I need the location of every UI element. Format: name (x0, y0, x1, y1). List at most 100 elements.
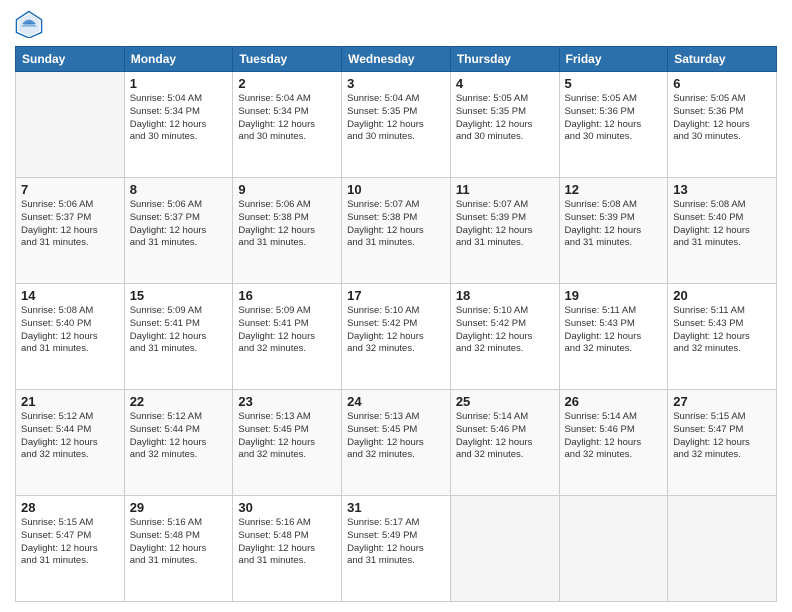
day-number: 18 (456, 288, 554, 303)
day-number: 31 (347, 500, 445, 515)
calendar-cell: 11 Sunrise: 5:07 AM Sunset: 5:39 PM Dayli… (450, 178, 559, 284)
day-number: 8 (130, 182, 228, 197)
day-info: Sunrise: 5:08 AM Sunset: 5:39 PM Dayligh… (565, 199, 663, 250)
calendar-cell: 24 Sunrise: 5:13 AM Sunset: 5:45 PM Dayli… (342, 390, 451, 496)
calendar-cell: 19 Sunrise: 5:11 AM Sunset: 5:43 PM Dayli… (559, 284, 668, 390)
calendar-cell (450, 496, 559, 602)
day-info: Sunrise: 5:12 AM Sunset: 5:44 PM Dayligh… (21, 411, 119, 462)
calendar-day-header: Saturday (668, 47, 777, 72)
calendar-cell: 2Sunrise: 5:04 AM Sunset: 5:34 PM Daylig… (233, 72, 342, 178)
day-info: Sunrise: 5:07 AM Sunset: 5:38 PM Dayligh… (347, 199, 445, 250)
calendar-cell: 22 Sunrise: 5:12 AM Sunset: 5:44 PM Dayli… (124, 390, 233, 496)
day-info: Sunrise: 5:16 AM Sunset: 5:48 PM Dayligh… (238, 517, 336, 568)
day-info: Sunrise: 5:05 AM Sunset: 5:36 PM Dayligh… (673, 93, 771, 144)
calendar-header-row: SundayMondayTuesdayWednesdayThursdayFrid… (16, 47, 777, 72)
calendar-cell: 16 Sunrise: 5:09 AM Sunset: 5:41 PM Dayli… (233, 284, 342, 390)
day-number: 25 (456, 394, 554, 409)
day-number: 5 (565, 76, 663, 91)
calendar-cell: 31 Sunrise: 5:17 AM Sunset: 5:49 PM Dayli… (342, 496, 451, 602)
day-number: 29 (130, 500, 228, 515)
day-info: Sunrise: 5:15 AM Sunset: 5:47 PM Dayligh… (21, 517, 119, 568)
day-number: 23 (238, 394, 336, 409)
day-info: Sunrise: 5:08 AM Sunset: 5:40 PM Dayligh… (673, 199, 771, 250)
day-number: 17 (347, 288, 445, 303)
day-info: Sunrise: 5:06 AM Sunset: 5:38 PM Dayligh… (238, 199, 336, 250)
day-number: 28 (21, 500, 119, 515)
day-number: 24 (347, 394, 445, 409)
week-row: 1 Sunrise: 5:04 AM Sunset: 5:34 PM Daylig… (16, 72, 777, 178)
calendar-day-header: Tuesday (233, 47, 342, 72)
calendar-day-header: Thursday (450, 47, 559, 72)
day-info: Sunrise: 5:12 AM Sunset: 5:44 PM Dayligh… (130, 411, 228, 462)
day-info: Sunrise: 5:04 AM Sunset: 5:34 PM Dayligh… (238, 93, 336, 144)
day-number: 1 (130, 76, 228, 91)
day-info: Sunrise: 5:10 AM Sunset: 5:42 PM Dayligh… (347, 305, 445, 356)
day-number: 7 (21, 182, 119, 197)
day-number: 26 (565, 394, 663, 409)
calendar-day-header: Friday (559, 47, 668, 72)
calendar-cell: 7 Sunrise: 5:06 AM Sunset: 5:37 PM Daylig… (16, 178, 125, 284)
calendar-day-header: Sunday (16, 47, 125, 72)
day-info: Sunrise: 5:07 AM Sunset: 5:39 PM Dayligh… (456, 199, 554, 250)
calendar-cell: 18Sunrise: 5:10 AM Sunset: 5:42 PM Dayli… (450, 284, 559, 390)
calendar-cell: 4 Sunrise: 5:05 AM Sunset: 5:35 PM Daylig… (450, 72, 559, 178)
logo-icon (15, 10, 43, 38)
day-info: Sunrise: 5:08 AM Sunset: 5:40 PM Dayligh… (21, 305, 119, 356)
day-number: 4 (456, 76, 554, 91)
day-info: Sunrise: 5:05 AM Sunset: 5:36 PM Dayligh… (565, 93, 663, 144)
calendar-cell: 13 Sunrise: 5:08 AM Sunset: 5:40 PM Dayli… (668, 178, 777, 284)
day-number: 12 (565, 182, 663, 197)
week-row: 21Sunrise: 5:12 AM Sunset: 5:44 PM Dayli… (16, 390, 777, 496)
day-number: 11 (456, 182, 554, 197)
calendar-cell: 17 Sunrise: 5:10 AM Sunset: 5:42 PM Dayli… (342, 284, 451, 390)
day-number: 19 (565, 288, 663, 303)
calendar-cell: 26 Sunrise: 5:14 AM Sunset: 5:46 PM Dayli… (559, 390, 668, 496)
week-row: 28 Sunrise: 5:15 AM Sunset: 5:47 PM Dayli… (16, 496, 777, 602)
day-number: 30 (238, 500, 336, 515)
day-info: Sunrise: 5:13 AM Sunset: 5:45 PM Dayligh… (238, 411, 336, 462)
day-info: Sunrise: 5:15 AM Sunset: 5:47 PM Dayligh… (673, 411, 771, 462)
day-info: Sunrise: 5:05 AM Sunset: 5:35 PM Dayligh… (456, 93, 554, 144)
calendar-cell: 10 Sunrise: 5:07 AM Sunset: 5:38 PM Dayli… (342, 178, 451, 284)
calendar-cell: 29 Sunrise: 5:16 AM Sunset: 5:48 PM Dayli… (124, 496, 233, 602)
day-number: 16 (238, 288, 336, 303)
day-number: 13 (673, 182, 771, 197)
day-info: Sunrise: 5:14 AM Sunset: 5:46 PM Dayligh… (565, 411, 663, 462)
day-info: Sunrise: 5:17 AM Sunset: 5:49 PM Dayligh… (347, 517, 445, 568)
page: SundayMondayTuesdayWednesdayThursdayFrid… (0, 0, 792, 612)
calendar-cell: 30 Sunrise: 5:16 AM Sunset: 5:48 PM Dayli… (233, 496, 342, 602)
calendar-cell: 20Sunrise: 5:11 AM Sunset: 5:43 PM Dayli… (668, 284, 777, 390)
day-number: 10 (347, 182, 445, 197)
calendar-cell (559, 496, 668, 602)
header (15, 10, 777, 38)
day-info: Sunrise: 5:06 AM Sunset: 5:37 PM Dayligh… (21, 199, 119, 250)
calendar-cell: 27 Sunrise: 5:15 AM Sunset: 5:47 PM Dayli… (668, 390, 777, 496)
day-number: 3 (347, 76, 445, 91)
day-info: Sunrise: 5:09 AM Sunset: 5:41 PM Dayligh… (238, 305, 336, 356)
day-info: Sunrise: 5:06 AM Sunset: 5:37 PM Dayligh… (130, 199, 228, 250)
calendar-cell: 12 Sunrise: 5:08 AM Sunset: 5:39 PM Dayli… (559, 178, 668, 284)
day-info: Sunrise: 5:13 AM Sunset: 5:45 PM Dayligh… (347, 411, 445, 462)
calendar-cell: 21Sunrise: 5:12 AM Sunset: 5:44 PM Dayli… (16, 390, 125, 496)
calendar-cell: 28 Sunrise: 5:15 AM Sunset: 5:47 PM Dayli… (16, 496, 125, 602)
calendar-day-header: Wednesday (342, 47, 451, 72)
week-row: 7 Sunrise: 5:06 AM Sunset: 5:37 PM Daylig… (16, 178, 777, 284)
day-info: Sunrise: 5:09 AM Sunset: 5:41 PM Dayligh… (130, 305, 228, 356)
day-info: Sunrise: 5:04 AM Sunset: 5:35 PM Dayligh… (347, 93, 445, 144)
logo (15, 10, 47, 38)
day-info: Sunrise: 5:11 AM Sunset: 5:43 PM Dayligh… (565, 305, 663, 356)
calendar-cell: 8 Sunrise: 5:06 AM Sunset: 5:37 PM Daylig… (124, 178, 233, 284)
calendar-cell (16, 72, 125, 178)
calendar-cell: 5 Sunrise: 5:05 AM Sunset: 5:36 PM Daylig… (559, 72, 668, 178)
calendar-cell: 1Sunrise: 5:04 AM Sunset: 5:34 PM Daylig… (124, 72, 233, 178)
week-row: 14Sunrise: 5:08 AM Sunset: 5:40 PM Dayli… (16, 284, 777, 390)
day-number: 15 (130, 288, 228, 303)
calendar-cell: 15 Sunrise: 5:09 AM Sunset: 5:41 PM Dayli… (124, 284, 233, 390)
day-number: 22 (130, 394, 228, 409)
calendar-cell: 23 Sunrise: 5:13 AM Sunset: 5:45 PM Dayli… (233, 390, 342, 496)
calendar-cell (668, 496, 777, 602)
day-info: Sunrise: 5:16 AM Sunset: 5:48 PM Dayligh… (130, 517, 228, 568)
day-number: 27 (673, 394, 771, 409)
calendar-cell: 9Sunrise: 5:06 AM Sunset: 5:38 PM Daylig… (233, 178, 342, 284)
calendar-day-header: Monday (124, 47, 233, 72)
